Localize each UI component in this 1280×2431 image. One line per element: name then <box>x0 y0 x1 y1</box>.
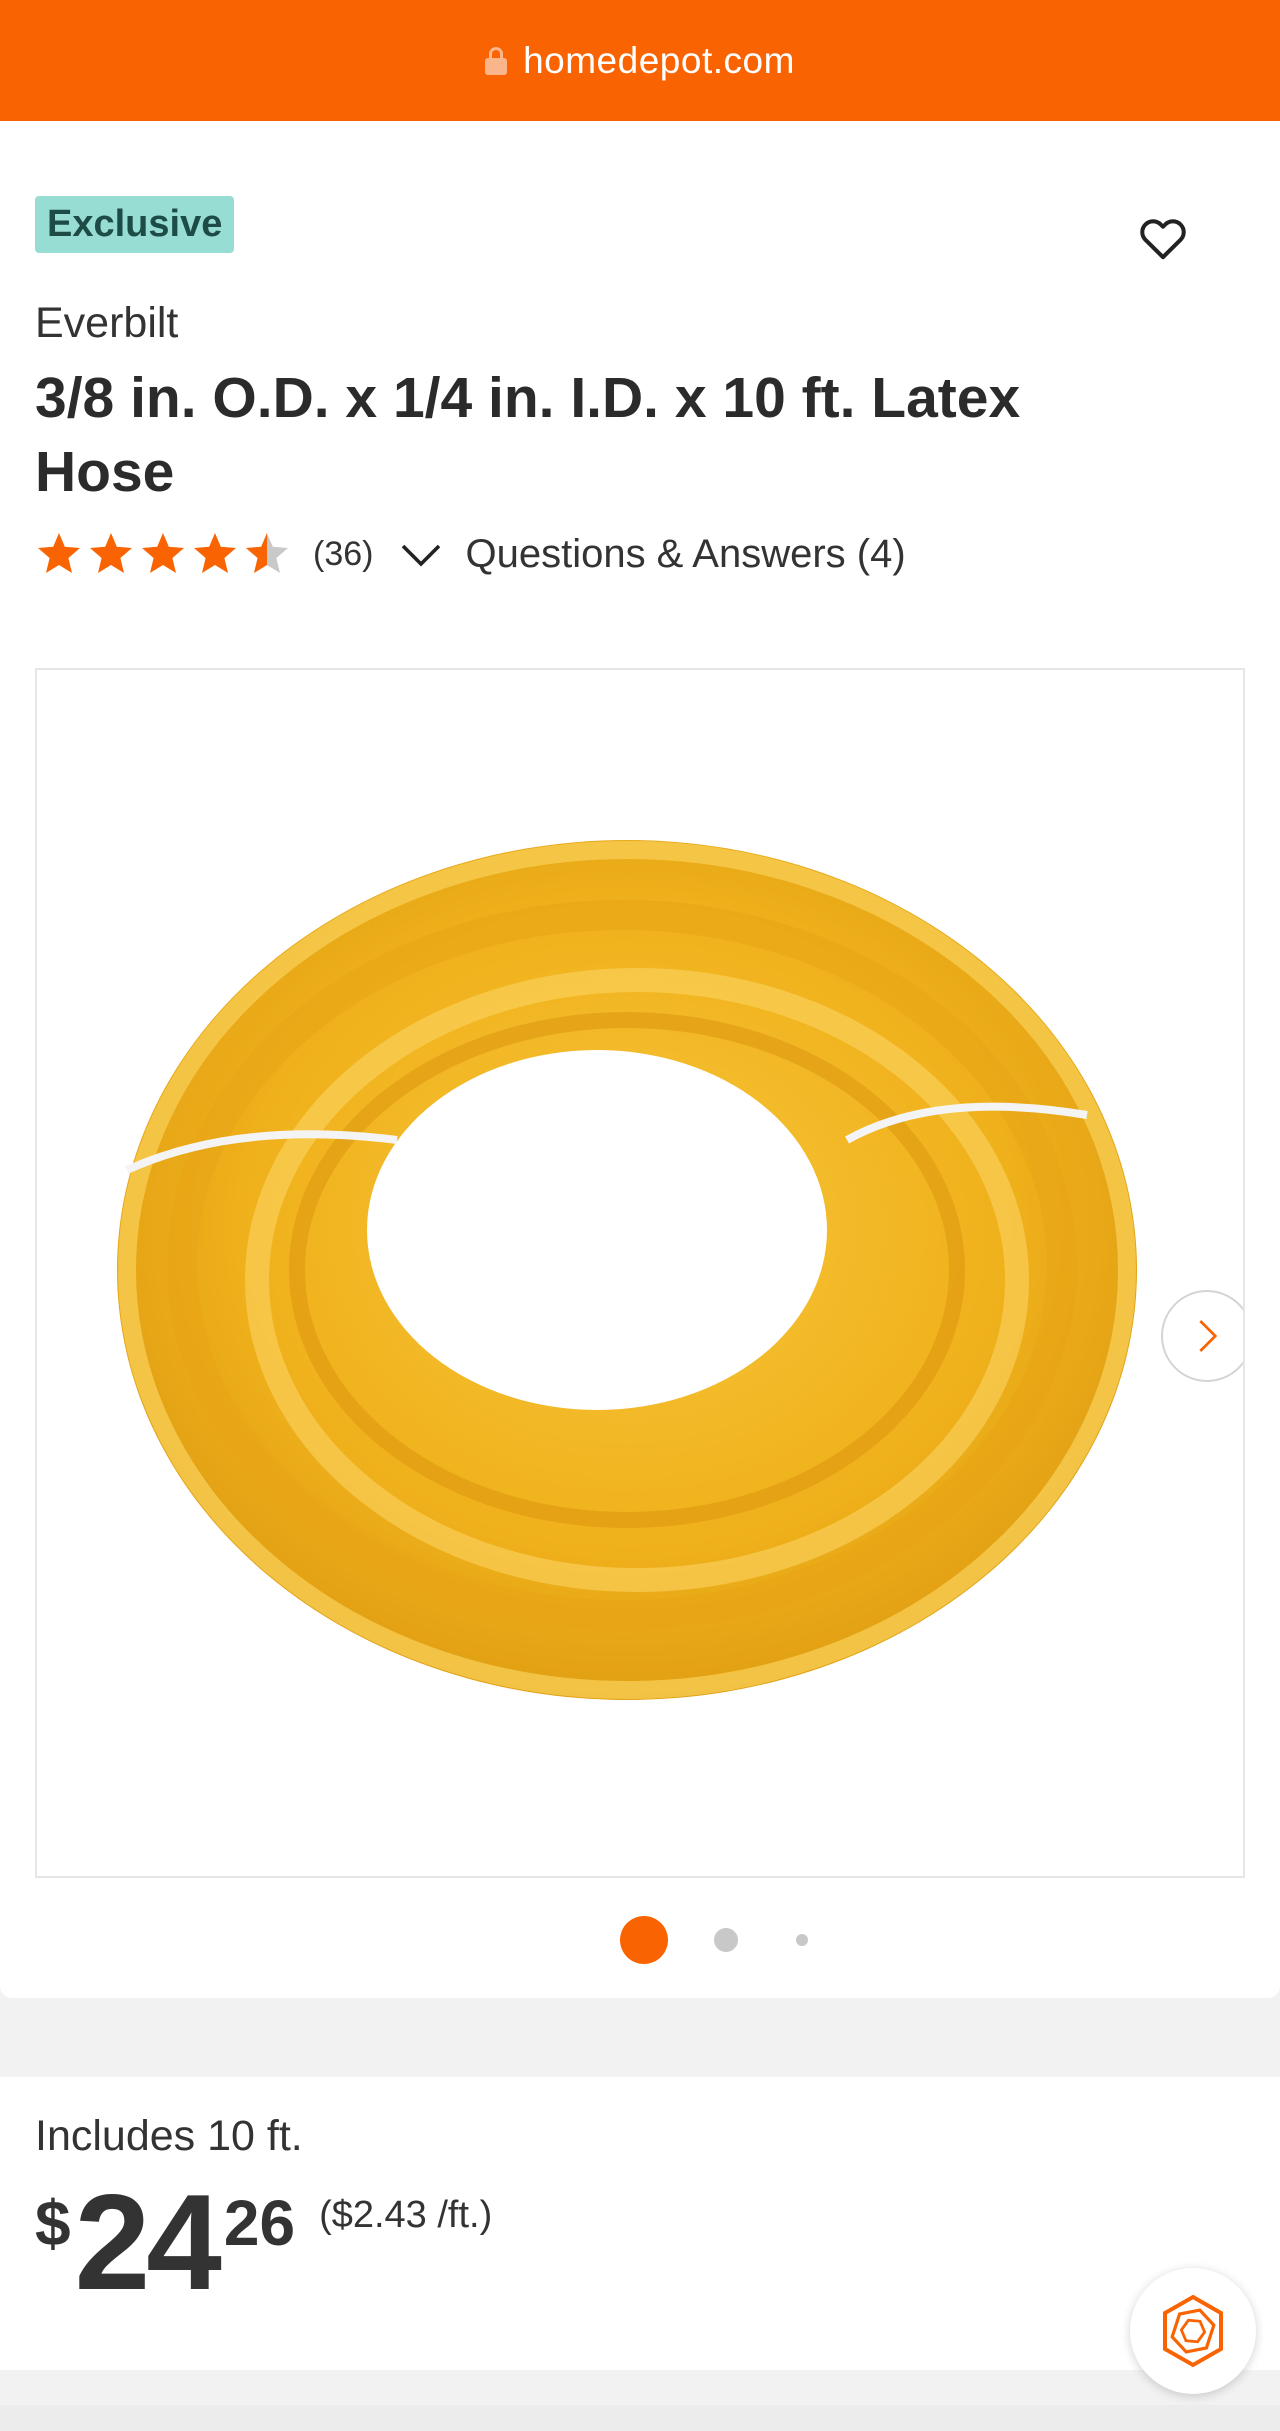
carousel-dot[interactable] <box>714 1928 738 1952</box>
half-star-icon <box>246 533 288 573</box>
star-icon <box>194 533 236 573</box>
chevron-down-icon[interactable] <box>397 530 445 578</box>
chevron-right-icon <box>1199 1320 1218 1352</box>
price-section: Includes 10 ft. $ 24 26 ($2.43 /ft.) <box>0 2077 1280 2370</box>
star-icon <box>38 533 80 573</box>
carousel-dot[interactable] <box>796 1934 808 1946</box>
review-count[interactable]: (36) <box>313 535 373 574</box>
image-gallery <box>0 633 1280 1998</box>
price-currency: $ <box>35 2187 71 2259</box>
price-dollars: 24 <box>74 2166 222 2318</box>
includes-length: Includes 10 ft. <box>35 2112 303 2160</box>
price: $ 24 26 ($2.43 /ft.) <box>35 2172 492 2312</box>
browser-url-bar[interactable]: homedepot.com <box>0 0 1280 121</box>
bottom-strip <box>0 2405 1280 2431</box>
product-image[interactable] <box>35 668 1245 1878</box>
carousel-dot-active[interactable] <box>620 1916 668 1964</box>
questions-answers-link[interactable]: Questions & Answers (4) <box>465 532 905 577</box>
star-icon <box>90 533 132 573</box>
price-cents: 26 <box>223 2187 296 2259</box>
carousel-dots <box>0 1910 1280 1970</box>
heart-icon[interactable] <box>1136 211 1190 265</box>
assistant-icon <box>1163 2294 1223 2368</box>
hose-image <box>117 840 1137 1700</box>
assistant-button[interactable] <box>1130 2268 1256 2394</box>
product-header: Exclusive Everbilt 3/8 in. O.D. x 1/4 in… <box>0 121 1280 633</box>
star-icon <box>142 533 184 573</box>
brand-link[interactable]: Everbilt <box>35 299 178 348</box>
product-title: 3/8 in. O.D. x 1/4 in. I.D. x 10 ft. Lat… <box>35 366 1021 504</box>
next-image-button[interactable] <box>1161 1290 1243 1382</box>
url-text: homedepot.com <box>523 39 795 81</box>
unit-price: ($2.43 /ft.) <box>319 2194 493 2236</box>
exclusive-badge: Exclusive <box>35 196 235 253</box>
rating-row[interactable]: (36) Questions & Answers (4) <box>35 524 906 584</box>
lock-icon <box>485 46 508 75</box>
star-rating[interactable] <box>35 530 295 578</box>
